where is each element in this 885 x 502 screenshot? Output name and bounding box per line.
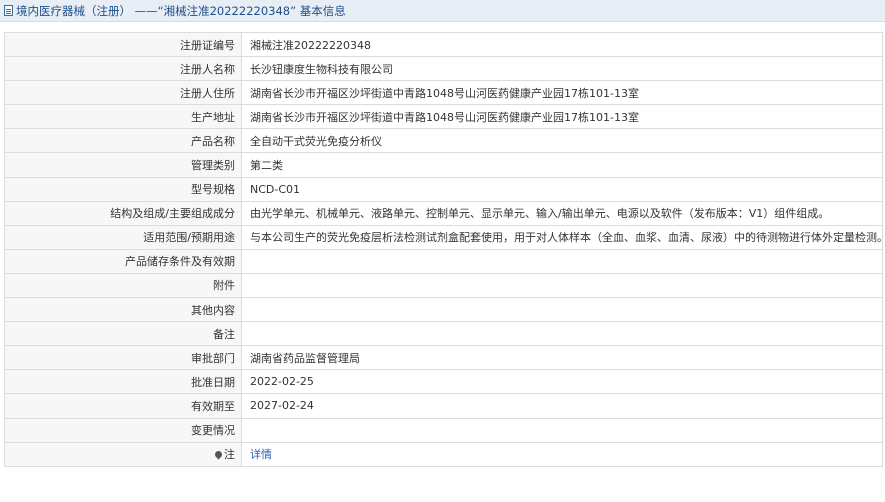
row-value: 湖南省药品监督管理局 xyxy=(241,345,883,371)
note-label-cell: 注 xyxy=(4,441,242,467)
row-label: 注册人名称 xyxy=(4,56,242,82)
table-row: 有效期至 2027-02-24 xyxy=(4,393,883,419)
row-value xyxy=(241,248,883,274)
table-row: 变更情况 xyxy=(4,417,883,443)
row-value xyxy=(241,321,883,347)
row-value: 2027-02-24 xyxy=(241,393,883,419)
table-row: 产品储存条件及有效期 xyxy=(4,248,883,274)
table-row: 注册人住所 湖南省长沙市开福区沙坪街道中青路1048号山河医药健康产业园17栋1… xyxy=(4,80,883,106)
row-label: 审批部门 xyxy=(4,345,242,371)
map-pin-icon xyxy=(213,449,224,460)
table-row: 审批部门 湖南省药品监督管理局 xyxy=(4,345,883,371)
table-row: 产品名称 全自动干式荧光免疫分析仪 xyxy=(4,128,883,154)
page-title: 境内医疗器械（注册） ——“湘械注准20222220348” 基本信息 xyxy=(16,3,346,18)
page: 境内医疗器械（注册） ——“湘械注准20222220348” 基本信息 注册证编… xyxy=(0,0,885,502)
row-value xyxy=(241,272,883,299)
row-label: 生产地址 xyxy=(4,104,242,130)
row-label: 其他内容 xyxy=(4,297,242,323)
row-value: 2022-02-25 xyxy=(241,369,883,395)
row-label: 变更情况 xyxy=(4,417,242,443)
table-row: 结构及组成/主要组成成分 由光学单元、机械单元、液路单元、控制单元、显示单元、输… xyxy=(4,200,883,226)
row-value: 全自动干式荧光免疫分析仪 xyxy=(241,128,883,154)
row-value: 湖南省长沙市开福区沙坪街道中青路1048号山河医药健康产业园17栋101-13室 xyxy=(241,104,883,130)
table-row: 批准日期 2022-02-25 xyxy=(4,369,883,395)
row-value xyxy=(241,297,883,323)
row-value: 湖南省长沙市开福区沙坪街道中青路1048号山河医药健康产业园17栋101-13室 xyxy=(241,80,883,106)
row-label: 产品储存条件及有效期 xyxy=(4,248,242,274)
table-row: 适用范围/预期用途 与本公司生产的荧光免疫层析法检测试剂盒配套使用，用于对人体样… xyxy=(4,224,883,250)
row-label: 有效期至 xyxy=(4,393,242,419)
table-row: 型号规格 NCD-C01 xyxy=(4,176,883,202)
details-link[interactable]: 详情 xyxy=(250,448,272,461)
note-label: 注 xyxy=(224,448,235,462)
row-value: 长沙钮康度生物科技有限公司 xyxy=(241,56,883,82)
note-value-cell: 详情 xyxy=(241,441,883,467)
row-value: 湘械注准20222220348 xyxy=(241,31,883,58)
table-row: 生产地址 湖南省长沙市开福区沙坪街道中青路1048号山河医药健康产业园17栋10… xyxy=(4,104,883,130)
row-value: 与本公司生产的荧光免疫层析法检测试剂盒配套使用，用于对人体样本（全血、血浆、血清… xyxy=(241,224,883,250)
row-label: 注册证编号 xyxy=(4,31,242,58)
table-row: 注册人名称 长沙钮康度生物科技有限公司 xyxy=(4,56,883,82)
row-label: 适用范围/预期用途 xyxy=(4,224,242,250)
table-row: 附件 xyxy=(4,272,883,299)
table-row: 其他内容 xyxy=(4,297,883,323)
row-label: 型号规格 xyxy=(4,176,242,202)
row-value: 第二类 xyxy=(241,152,883,178)
detail-table-container: 注册证编号 湘械注准20222220348 注册人名称 长沙钮康度生物科技有限公… xyxy=(4,31,883,467)
row-value xyxy=(241,417,883,443)
note-row: 注 详情 xyxy=(4,441,883,467)
row-label: 备注 xyxy=(4,321,242,347)
row-label: 管理类别 xyxy=(4,152,242,178)
detail-table: 注册证编号 湘械注准20222220348 注册人名称 长沙钮康度生物科技有限公… xyxy=(4,31,883,467)
row-label: 结构及组成/主要组成成分 xyxy=(4,200,242,226)
table-row: 注册证编号 湘械注准20222220348 xyxy=(4,31,883,58)
row-label: 注册人住所 xyxy=(4,80,242,106)
document-icon xyxy=(4,5,13,16)
row-label: 产品名称 xyxy=(4,128,242,154)
table-row: 备注 xyxy=(4,321,883,347)
row-label: 批准日期 xyxy=(4,369,242,395)
row-label: 附件 xyxy=(4,272,242,299)
row-value: NCD-C01 xyxy=(241,176,883,202)
page-header: 境内医疗器械（注册） ——“湘械注准20222220348” 基本信息 xyxy=(0,0,885,22)
table-row: 管理类别 第二类 xyxy=(4,152,883,178)
row-value: 由光学单元、机械单元、液路单元、控制单元、显示单元、输入/输出单元、电源以及软件… xyxy=(241,200,883,226)
